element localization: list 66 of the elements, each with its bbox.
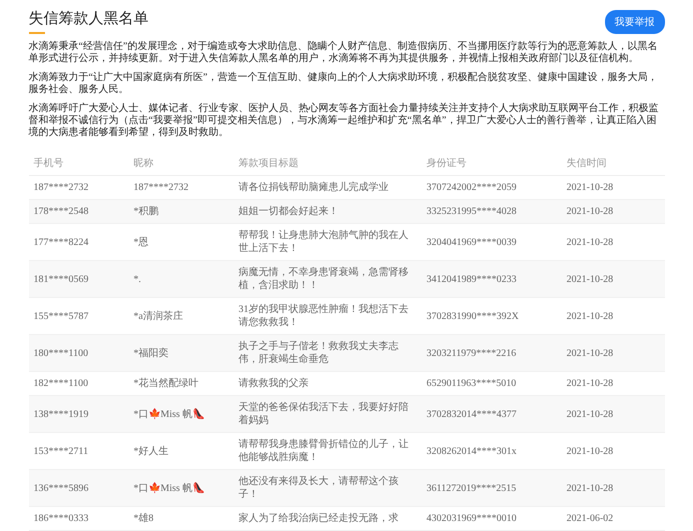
table-cell: 31岁的我甲状腺恶性肿瘤！我想活下去请您救救我！ [238, 304, 408, 328]
table-cell: 187****2732 [134, 182, 188, 193]
table-cell: 181****0569 [34, 274, 88, 284]
table-cell: 4302031969****0010 [426, 513, 516, 524]
table-cell: 2021-10-28 [566, 446, 614, 456]
table-cell: 3702832014****4377 [426, 408, 516, 420]
table-cell: 3702831990****392X [426, 310, 519, 322]
column-header: 手机号 [34, 158, 64, 169]
table-cell: 请救救我的父亲 [238, 378, 308, 389]
intro-paragraph: 水滴筹呼吁广大爱心人士、媒体记者、行业专家、医护人员、热心网友等各方面社会力量持续关注并支持个人大病求助互联网平台工作，积极监督和举报不诚信行为（点击“我要举报”即可提交相关信息），与水滴筹一起维护和扩充“黑名单”，捍卫广大爱心人士的善行善举，让真正陷入困境的大病患者能够看到希望，得到及时救助。 [28, 103, 660, 139]
table-cell: *. [134, 274, 141, 284]
title-underline [28, 32, 44, 34]
table-cell: 2021-10-28 [566, 348, 614, 358]
table-cell: 请各位捐钱帮助脑瘫患儿完成学业 [238, 182, 388, 193]
table-cell: 153****2711 [34, 446, 88, 456]
table-cell: 2021-10-28 [566, 236, 614, 248]
table-cell: 187****2732 [34, 182, 88, 193]
table-cell: 病魔无情，不幸身患肾衰竭，急需肾移植，含泪求助！！ [238, 267, 408, 291]
table-cell: 2021-10-28 [566, 182, 614, 193]
table-cell: 2021-10-28 [566, 274, 614, 284]
table-cell: 3208262014****301x [426, 446, 516, 456]
table-cell: 3204041969****0039 [426, 236, 516, 248]
table-cell: *好人生 [134, 446, 168, 456]
table-cell: 180****1100 [34, 348, 88, 358]
table-cell: 天堂的爸爸保佑我活下去，我要好好陪着妈妈 [238, 402, 408, 426]
table-cell: 182****1100 [34, 378, 88, 389]
table-cell: *a清润茶庄 [134, 310, 183, 322]
table-cell: *恩 [134, 236, 148, 248]
table-cell: 2021-10-28 [566, 310, 614, 322]
table-cell: 186****0333 [34, 513, 88, 524]
report-button[interactable]: 我要举报 [604, 10, 664, 34]
table-cell: 177****8224 [34, 236, 88, 248]
table-cell: 帮帮我！让身患肺大泡肺气肿的我在人世上活下去！ [238, 230, 408, 254]
table-cell: 姐姐一切都会好起来！ [238, 206, 338, 217]
table-cell: 2021-10-28 [566, 378, 614, 389]
intro-paragraph: 水滴筹秉承“经营信任”的发展理念，对于编造或夸大求助信息、隐瞒个人财产信息、制造假病历、不当挪用医疗款等行为的恶意筹款人，以黑名单形式进行公示，并持续更新。对于进入失信筹款人黑名单的用户，水滴筹将不再为其提供服务，并视情上报相关政府部门以及征信机构。 [28, 41, 658, 65]
table-cell: *口🍁Miss 帆👠 [134, 482, 204, 494]
table-cell: 家人为了给我治病已经走投无路，求 [238, 513, 398, 524]
table-cell: 2021-10-28 [566, 206, 614, 217]
table-cell: 3203211979****2216 [426, 348, 516, 358]
column-header: 昵称 [134, 158, 154, 169]
table-cell: *积鹏 [134, 206, 158, 217]
table-cell: 他还没有来得及长大，请帮帮这个孩子！ [238, 476, 398, 500]
column-header: 身份证号 [426, 158, 466, 169]
table-cell: 3412041989****0233 [426, 274, 516, 284]
table-cell: 178****2548 [34, 206, 88, 217]
table-cell: 2021-10-28 [566, 482, 614, 494]
table-cell: 136****5896 [34, 482, 88, 494]
intro-paragraph: 水滴筹致力于“让广大中国家庭病有所医”，营造一个互信互助、健康向上的个人大病求助环境，积极配合脱贫攻坚、健康中国建设，服务大局，服务社会、服务人民。 [28, 72, 658, 96]
table-cell: 3325231995****4028 [426, 206, 516, 217]
table-cell: *福阳奕 [134, 348, 168, 358]
table-cell: 155****5787 [34, 310, 88, 322]
table-cell: *花当然配绿叶 [134, 378, 198, 389]
table-cell: 3611272019****2515 [426, 482, 516, 494]
table-cell: *口🍁Miss 帆👠 [134, 408, 204, 420]
table-cell: 3707242002****2059 [426, 182, 516, 193]
table-cell: 执子之手与子偕老！救救我丈夫李志伟，肝衰竭生命垂危 [238, 341, 398, 365]
table-cell: 2021-10-28 [566, 408, 614, 420]
page-title: 失信筹款人黑名单 [28, 8, 148, 28]
column-header: 筹款项目标题 [238, 158, 298, 169]
table-cell: *雄8 [134, 513, 154, 524]
column-header: 失信时间 [566, 158, 606, 169]
table-cell: 2021-06-02 [566, 513, 614, 524]
table-cell: 请帮帮我身患膝臂骨折错位的儿子，让他能够战胜病魔！ [238, 439, 408, 463]
table-cell: 138****1919 [34, 408, 88, 420]
table-cell: 6529011963****5010 [426, 378, 516, 389]
